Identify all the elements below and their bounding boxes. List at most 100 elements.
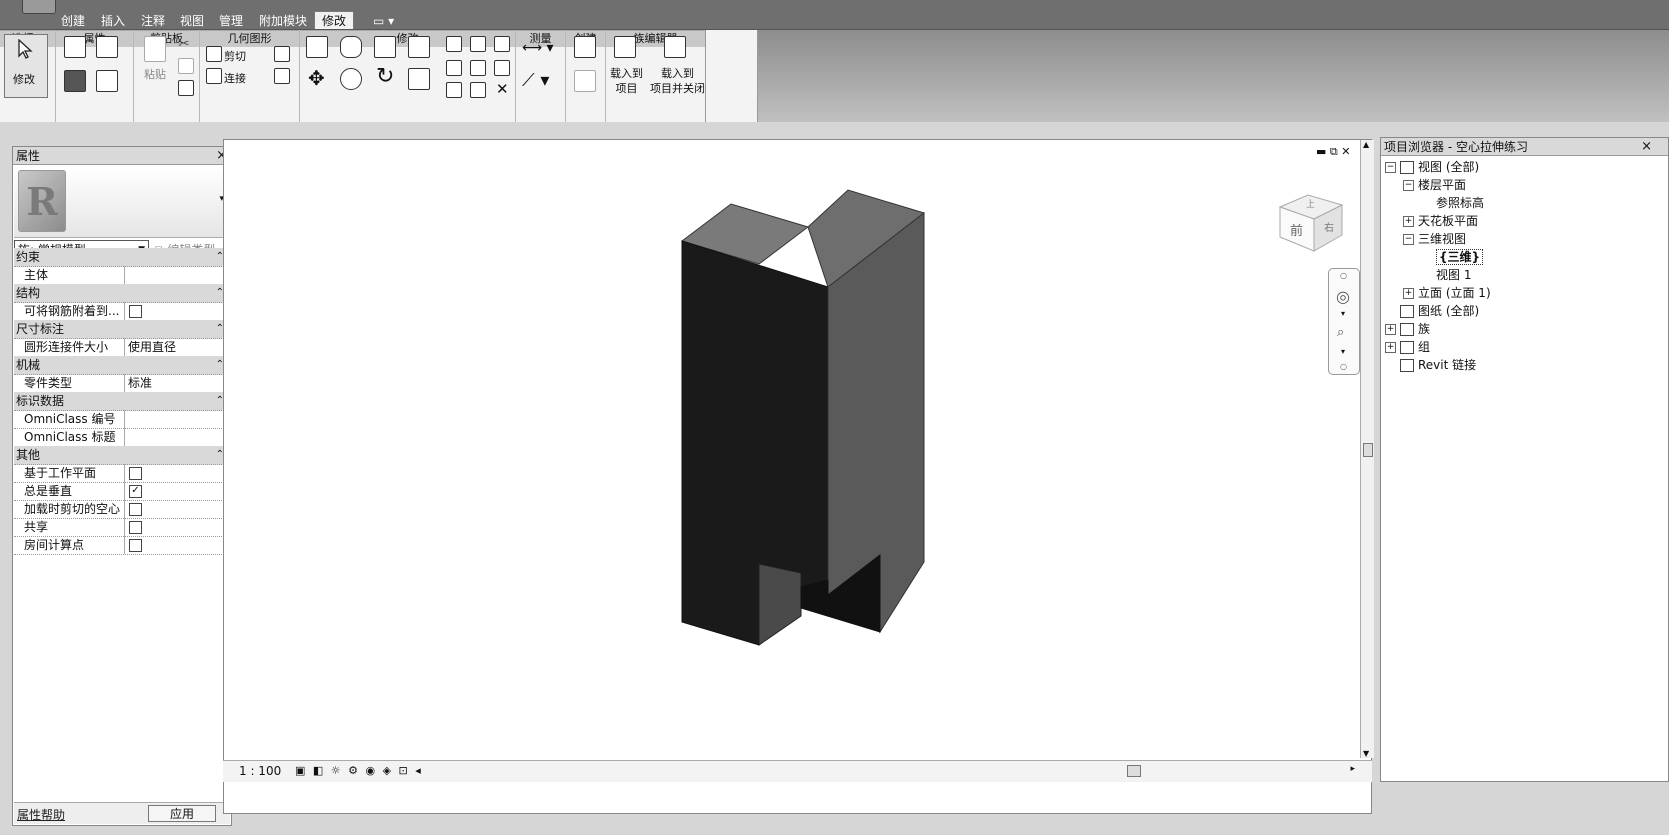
properties-icon[interactable] xyxy=(64,36,86,58)
scroll-up-icon[interactable]: ▲ xyxy=(1363,140,1369,149)
browser-tree-node[interactable]: {三维} xyxy=(1385,248,1665,266)
apply-button[interactable]: 应用 xyxy=(148,805,216,822)
property-row[interactable]: 共享 xyxy=(14,518,230,537)
close-view-icon[interactable]: ✕ xyxy=(1341,145,1350,158)
join-geometry-icon[interactable] xyxy=(206,68,222,84)
browser-tree-node[interactable]: 图纸 (全部) xyxy=(1385,302,1665,320)
aligned-dimension-icon[interactable]: ⟷ ▾ xyxy=(522,40,554,56)
create-similar-icon[interactable] xyxy=(574,70,596,92)
property-category[interactable]: 标识数据 ⌃ xyxy=(14,392,230,411)
align-icon[interactable] xyxy=(306,36,328,58)
browser-tree-node[interactable]: Revit 链接 xyxy=(1385,356,1665,374)
rotate-icon[interactable]: ↻ xyxy=(376,64,394,89)
tab-modify[interactable]: 修改 xyxy=(314,11,355,29)
split-element-icon[interactable] xyxy=(446,36,462,52)
browser-tree-node[interactable]: − 视图 (全部) xyxy=(1385,158,1665,176)
property-row[interactable]: 主体 xyxy=(14,266,230,285)
property-row[interactable]: 房间计算点 xyxy=(14,536,230,555)
collapse-icon[interactable]: − xyxy=(1403,180,1414,191)
zoom-dropdown-icon[interactable]: ▾ xyxy=(1341,347,1345,356)
view-scale[interactable]: 1 : 100 xyxy=(239,764,281,778)
checkbox-unchecked[interactable] xyxy=(129,503,142,516)
trim-extend-icon[interactable] xyxy=(408,68,430,90)
tab-annotate[interactable]: 注释 xyxy=(134,12,172,30)
property-checkbox-cell[interactable] xyxy=(124,464,230,482)
property-value[interactable]: 使用直径 xyxy=(124,338,230,356)
type-properties-icon[interactable] xyxy=(96,36,118,58)
property-checkbox-cell[interactable]: ✓ xyxy=(124,482,230,500)
move-icon[interactable]: ✥ xyxy=(308,66,325,90)
family-category-icon[interactable] xyxy=(96,70,118,92)
property-row[interactable]: 圆形连接件大小 使用直径 xyxy=(14,338,230,357)
scale-icon[interactable] xyxy=(470,60,486,76)
horizontal-scrollbar[interactable]: ▸ xyxy=(455,764,1355,777)
load-and-close-icon[interactable] xyxy=(664,36,686,58)
trim-multiple-icon[interactable] xyxy=(470,82,486,98)
property-checkbox-cell[interactable] xyxy=(124,500,230,518)
property-value[interactable]: 标准 xyxy=(124,374,230,392)
copy-element-icon[interactable] xyxy=(340,68,362,90)
match-type-icon[interactable] xyxy=(178,80,194,96)
browser-tree-node[interactable]: + 立面 (立面 1) xyxy=(1385,284,1665,302)
collapse-icon[interactable]: − xyxy=(1385,162,1396,173)
hollow-extrusion-model[interactable] xyxy=(224,140,1373,815)
property-row[interactable]: 零件类型 标准 xyxy=(14,374,230,393)
3d-view-canvas[interactable] xyxy=(223,139,1372,814)
property-value[interactable] xyxy=(124,266,230,284)
cut-geometry-icon[interactable] xyxy=(206,46,222,62)
split-gap-icon[interactable] xyxy=(470,36,486,52)
property-value[interactable] xyxy=(124,410,230,428)
join-geometry-label[interactable]: 连接 xyxy=(224,70,246,86)
trim-single-icon[interactable] xyxy=(446,82,462,98)
tab-view[interactable]: 视图 xyxy=(173,12,211,30)
property-category[interactable]: 结构 ⌃ xyxy=(14,284,230,303)
paste-icon[interactable] xyxy=(144,36,166,62)
property-checkbox-cell[interactable] xyxy=(124,536,230,554)
property-category[interactable]: 约束 ⌃ xyxy=(14,248,230,267)
application-menu-button[interactable] xyxy=(22,0,56,14)
split-face-icon[interactable] xyxy=(274,46,290,62)
expand-icon[interactable]: + xyxy=(1403,288,1414,299)
browser-tree-node[interactable]: 视图 1 xyxy=(1385,266,1665,284)
create-group-icon[interactable] xyxy=(574,36,596,58)
expand-icon[interactable]: + xyxy=(1385,324,1396,335)
ribbon-minimize-icon[interactable]: ▭ ▾ xyxy=(366,12,401,30)
property-checkbox-cell[interactable] xyxy=(124,518,230,536)
property-row[interactable]: 总是垂直 ✓ xyxy=(14,482,230,501)
family-types-icon[interactable] xyxy=(64,70,86,92)
scroll-right-icon[interactable]: ▸ xyxy=(1350,764,1355,774)
expand-icon[interactable]: + xyxy=(1403,216,1414,227)
tab-create[interactable]: 创建 xyxy=(54,12,92,30)
property-value[interactable] xyxy=(124,428,230,446)
property-row[interactable]: OmniClass 编号 xyxy=(14,410,230,429)
browser-tree-node[interactable]: 参照标高 xyxy=(1385,194,1665,212)
wheel-dropdown-icon[interactable]: ▾ xyxy=(1341,309,1345,318)
properties-help-link[interactable]: 属性帮助 xyxy=(17,806,65,823)
navbar-options-icon[interactable]: ○ xyxy=(1340,362,1347,371)
load-into-project-icon[interactable] xyxy=(614,36,636,58)
checkbox-checked[interactable]: ✓ xyxy=(129,485,142,498)
tab-manage[interactable]: 管理 xyxy=(212,12,250,30)
browser-tree-node[interactable]: − 楼层平面 xyxy=(1385,176,1665,194)
horizontal-scroll-thumb[interactable] xyxy=(1127,765,1141,777)
collapse-icon[interactable]: − xyxy=(1403,234,1414,245)
checkbox-unchecked[interactable] xyxy=(129,521,142,534)
mirror-draw-icon[interactable] xyxy=(408,36,430,58)
unpin-icon[interactable] xyxy=(494,36,510,52)
mirror-axis-icon[interactable] xyxy=(374,36,396,58)
checkbox-unchecked[interactable] xyxy=(129,305,142,318)
cut-scissors-icon[interactable]: ✂ xyxy=(178,36,190,52)
pin-icon[interactable] xyxy=(494,60,510,76)
browser-tree-node[interactable]: + 组 xyxy=(1385,338,1665,356)
checkbox-unchecked[interactable] xyxy=(129,539,142,552)
load-into-project-button[interactable]: 载入到 项目 xyxy=(610,66,643,96)
steering-wheel-icon[interactable]: ◎ xyxy=(1336,287,1350,306)
property-category[interactable]: 尺寸标注 ⌃ xyxy=(14,320,230,339)
load-and-close-button[interactable]: 载入到 项目并关闭 xyxy=(650,66,705,96)
measure-icon[interactable]: ⟋ ▾ xyxy=(522,70,549,91)
zoom-region-icon[interactable]: ⌕ xyxy=(1337,325,1344,340)
restore-icon[interactable]: ⧉ xyxy=(1330,145,1338,158)
expand-icon[interactable]: + xyxy=(1385,342,1396,353)
browser-tree-node[interactable]: − 三维视图 xyxy=(1385,230,1665,248)
offset-icon[interactable] xyxy=(340,36,362,58)
